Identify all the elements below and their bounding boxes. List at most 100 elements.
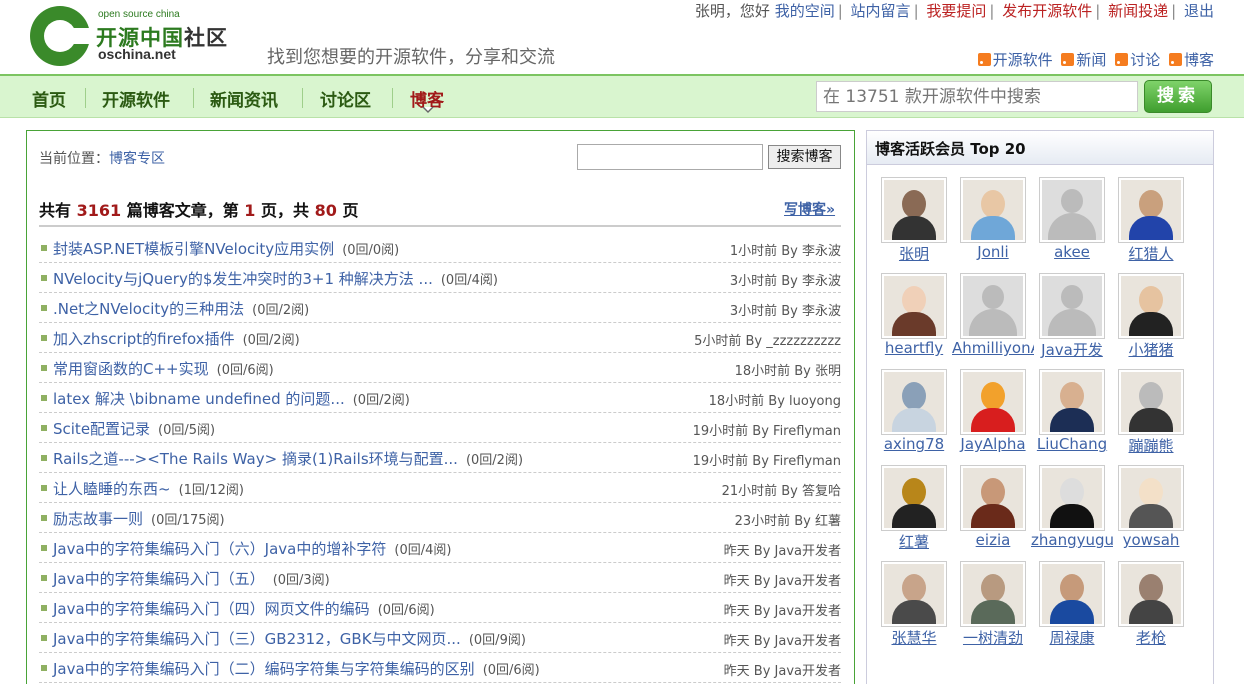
avatar[interactable] — [1118, 273, 1184, 339]
blog-search-input[interactable] — [577, 144, 763, 170]
avatar[interactable] — [1118, 177, 1184, 243]
post-title-link[interactable]: Java中的字符集编码入门（六）Java中的增补字符 — [53, 540, 386, 558]
member-name-link[interactable]: 老枪 — [1110, 627, 1192, 648]
breadcrumb-blog-link[interactable]: 博客专区 — [109, 151, 165, 167]
member-card[interactable]: LiuChang — [1037, 369, 1109, 465]
member-name-link[interactable]: akee — [1031, 243, 1113, 261]
member-card[interactable]: 一树清劲 — [958, 561, 1030, 657]
member-name-link[interactable]: 张慧华 — [873, 627, 955, 648]
member-name-link[interactable]: heartfly — [873, 339, 955, 357]
member-card[interactable]: AhmilliyonA — [952, 273, 1034, 369]
rss-software-link[interactable]: 开源软件 — [977, 49, 1053, 70]
avatar[interactable] — [960, 273, 1026, 339]
member-card[interactable]: eizia — [958, 465, 1030, 561]
member-card[interactable]: 张明 — [879, 177, 951, 273]
rss-blog-link[interactable]: 博客 — [1168, 49, 1214, 70]
avatar[interactable] — [881, 177, 947, 243]
member-name-link[interactable]: AhmilliyonA — [952, 339, 1034, 357]
avatar[interactable] — [960, 561, 1026, 627]
member-name-link[interactable]: LiuChang — [1031, 435, 1113, 453]
post-title-wrap: .Net之NVelocity的三种用法 (0回/2阅) — [53, 298, 309, 319]
avatar[interactable] — [881, 561, 947, 627]
member-name-link[interactable]: 周禄康 — [1031, 627, 1113, 648]
member-card[interactable]: 小猪猪 — [1116, 273, 1188, 369]
site-logo[interactable]: open source china 开源中国社区 oschina.net — [30, 4, 250, 68]
member-card[interactable]: JayAlpha — [958, 369, 1030, 465]
rss-news-link[interactable]: 新闻 — [1061, 49, 1106, 70]
member-card[interactable]: 张慧华 — [879, 561, 951, 657]
member-card[interactable]: 周禄康 — [1037, 561, 1109, 657]
avatar[interactable] — [1118, 369, 1184, 435]
avatar[interactable] — [881, 465, 947, 531]
member-card[interactable]: zhangyugua — [1031, 465, 1113, 561]
member-card[interactable]: 老枪 — [1116, 561, 1188, 657]
blog-search-button[interactable]: 搜索博客 — [768, 145, 841, 169]
member-name-link[interactable]: zhangyugua — [1031, 531, 1113, 549]
post-title-link[interactable]: 加入zhscript的firefox插件 — [53, 330, 235, 348]
member-card[interactable]: Java开发 — [1037, 273, 1109, 369]
messages-link[interactable]: 站内留言 — [851, 2, 911, 20]
member-name-link[interactable]: 小猪猪 — [1110, 339, 1192, 360]
nav-home[interactable]: 首页 — [32, 86, 66, 111]
avatar[interactable] — [1118, 561, 1184, 627]
post-title-link[interactable]: Java中的字符集编码入门（五） — [53, 570, 265, 588]
post-title-link[interactable]: Java中的字符集编码入门（二）编码字符集与字符集编码的区别 — [53, 660, 475, 678]
avatar[interactable] — [960, 369, 1026, 435]
publish-software-link[interactable]: 发布开源软件 — [1002, 2, 1092, 20]
post-title-link[interactable]: Java中的字符集编码入门（三）GB2312，GBK与中文网页... — [53, 630, 461, 648]
nav-forum[interactable]: 讨论区 — [320, 86, 371, 111]
logout-link[interactable]: 退出 — [1184, 2, 1214, 20]
post-title-link[interactable]: Rails之道---><The Rails Way> 摘录(1)Rails环境与… — [53, 450, 458, 468]
post-title-link[interactable]: Java中的字符集编码入门（四）网页文件的编码 — [53, 600, 370, 618]
avatar[interactable] — [1118, 465, 1184, 531]
rss-discuss-link[interactable]: 讨论 — [1115, 49, 1160, 70]
member-name-link[interactable]: Java开发 — [1031, 339, 1113, 360]
member-card[interactable]: axing78 — [879, 369, 951, 465]
member-name-link[interactable]: JayAlpha — [952, 435, 1034, 453]
search-button[interactable]: 搜索 — [1144, 80, 1212, 113]
member-name-link[interactable]: axing78 — [873, 435, 955, 453]
member-name-link[interactable]: 蹦蹦熊 — [1110, 435, 1192, 456]
post-title-link[interactable]: 常用窗函数的C++实现 — [53, 360, 209, 378]
post-title-wrap: Java中的字符集编码入门（六）Java中的增补字符 (0回/4阅) — [53, 538, 451, 559]
avatar[interactable] — [960, 177, 1026, 243]
member-card[interactable]: akee — [1037, 177, 1109, 273]
post-title-link[interactable]: 封装ASP.NET模板引擎NVelocity应用实例 — [53, 240, 334, 258]
ask-question-link[interactable]: 我要提问 — [926, 2, 986, 20]
avatar[interactable] — [1039, 561, 1105, 627]
avatar[interactable] — [1039, 369, 1105, 435]
post-title-link[interactable]: latex 解决 \bibname undefined 的问题... — [53, 390, 345, 408]
software-search-input[interactable] — [816, 81, 1138, 112]
member-card[interactable]: heartfly — [879, 273, 951, 369]
member-card[interactable]: Jonli — [958, 177, 1030, 273]
member-card[interactable]: 蹦蹦熊 — [1116, 369, 1188, 465]
member-card[interactable]: 红猎人 — [1116, 177, 1188, 273]
member-card[interactable]: yowsah — [1116, 465, 1188, 561]
member-name-link[interactable]: 一树清劲 — [952, 627, 1034, 648]
nav-software[interactable]: 开源软件 — [102, 86, 170, 111]
write-blog-link[interactable]: 写博客» — [784, 199, 835, 219]
member-name-link[interactable]: yowsah — [1110, 531, 1192, 549]
post-title-link[interactable]: 励志故事一则 — [53, 510, 143, 528]
member-name-link[interactable]: eizia — [952, 531, 1034, 549]
post-title-link[interactable]: .Net之NVelocity的三种用法 — [53, 300, 244, 318]
member-name-link[interactable]: 红薯 — [873, 531, 955, 552]
post-title-link[interactable]: 让人瞌睡的东西~ — [53, 480, 171, 498]
avatar[interactable] — [881, 369, 947, 435]
member-card[interactable]: 红薯 — [879, 465, 951, 561]
member-name-link[interactable]: Jonli — [952, 243, 1034, 261]
nav-news[interactable]: 新闻资讯 — [210, 86, 278, 111]
avatar-image — [884, 372, 944, 432]
submit-news-link[interactable]: 新闻投递 — [1108, 2, 1168, 20]
active-members-panel: 博客活跃会员 Top 20 张明 Jonli akee 红猎人 heartfly Ahmi… — [866, 130, 1214, 684]
avatar[interactable] — [1039, 465, 1105, 531]
avatar[interactable] — [960, 465, 1026, 531]
post-title-link[interactable]: Scite配置记录 — [53, 420, 150, 438]
avatar[interactable] — [1039, 273, 1105, 339]
member-name-link[interactable]: 红猎人 — [1110, 243, 1192, 264]
my-space-link[interactable]: 我的空间 — [775, 2, 835, 20]
avatar[interactable] — [881, 273, 947, 339]
avatar[interactable] — [1039, 177, 1105, 243]
member-name-link[interactable]: 张明 — [873, 243, 955, 264]
post-title-link[interactable]: NVelocity与jQuery的$发生冲突时的3+1 种解决方法 ... — [53, 270, 433, 288]
